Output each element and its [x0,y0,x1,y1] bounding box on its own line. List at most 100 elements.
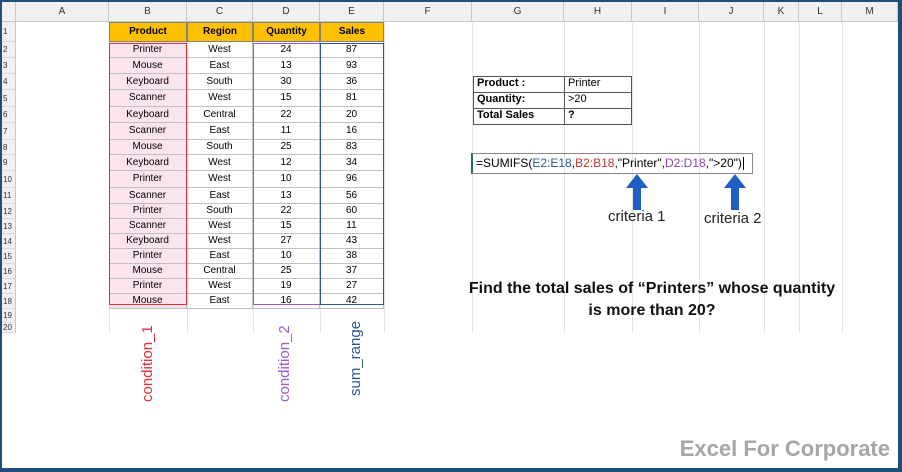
cell-product[interactable]: Scanner [109,123,187,140]
cell-sales[interactable]: 83 [320,140,384,155]
cell-product[interactable]: Printer [109,204,187,219]
quantity-value-cell[interactable]: >20 [564,92,632,109]
product-label-cell[interactable]: Product : [473,76,565,93]
select-all-corner[interactable] [2,2,16,22]
column-header-f[interactable]: F [384,2,472,22]
cell-quantity[interactable]: 13 [253,58,320,74]
cell-region[interactable]: South [187,140,253,155]
cell-product[interactable]: Keyboard [109,107,187,123]
cell-product[interactable]: Keyboard [109,155,187,171]
row-header-13[interactable]: 13 [2,219,16,234]
cell-sales[interactable]: 93 [320,58,384,74]
row-header-19[interactable]: 19 [2,309,16,323]
cell-quantity[interactable]: 22 [253,204,320,219]
cell-product[interactable]: Scanner [109,219,187,234]
cell-sales[interactable]: 38 [320,249,384,264]
row-header-15[interactable]: 15 [2,249,16,264]
row-header-16[interactable]: 16 [2,264,16,279]
cell-quantity[interactable]: 24 [253,42,320,58]
cell-product[interactable]: Printer [109,42,187,58]
cell-sales[interactable]: 27 [320,279,384,294]
cell-quantity[interactable]: 25 [253,140,320,155]
cell-region[interactable]: South [187,74,253,90]
cell-product[interactable]: Printer [109,249,187,264]
cell-sales[interactable]: 43 [320,234,384,249]
cell-sales[interactable]: 81 [320,90,384,107]
row-header-4[interactable]: 4 [2,74,16,90]
row-header-6[interactable]: 6 [2,107,16,123]
cell-quantity[interactable]: 10 [253,249,320,264]
cell-sales[interactable]: 60 [320,204,384,219]
cell-product[interactable]: Keyboard [109,74,187,90]
cell-quantity[interactable]: 30 [253,74,320,90]
cell-sales[interactable]: 56 [320,188,384,204]
cell-sales[interactable]: 87 [320,42,384,58]
row-header-2[interactable]: 2 [2,42,16,58]
column-header-m[interactable]: M [842,2,898,22]
cell-region[interactable]: West [187,42,253,58]
column-header-d[interactable]: D [253,2,320,22]
cell-region[interactable]: West [187,90,253,107]
total-sales-label-cell[interactable]: Total Sales [473,108,565,125]
cell-region[interactable]: West [187,219,253,234]
formula-cell[interactable]: =SUMIFS(E2:E18,B2:B18,"Printer",D2:D18,"… [471,153,753,174]
row-header-20[interactable]: 20 [2,323,16,333]
cell-quantity[interactable]: 22 [253,107,320,123]
cell-product[interactable]: Printer [109,279,187,294]
cell-product[interactable]: Keyboard [109,234,187,249]
quantity-label-cell[interactable]: Quantity: [473,92,565,109]
cell-quantity[interactable]: 10 [253,171,320,188]
column-header-g[interactable]: G [472,2,564,22]
cell-sales[interactable]: 37 [320,264,384,279]
column-header-k[interactable]: K [764,2,799,22]
cell-product[interactable]: Printer [109,171,187,188]
header-quantity[interactable]: Quantity [253,22,320,42]
column-header-c[interactable]: C [187,2,253,22]
cell-quantity[interactable]: 15 [253,219,320,234]
row-header-3[interactable]: 3 [2,58,16,74]
cell-region[interactable]: East [187,188,253,204]
row-header-17[interactable]: 17 [2,279,16,294]
cell-region[interactable]: Central [187,107,253,123]
column-header-a[interactable]: A [16,2,109,22]
cell-sales[interactable]: 96 [320,171,384,188]
cell-region[interactable]: West [187,234,253,249]
cell-sales[interactable]: 42 [320,294,384,309]
row-header-7[interactable]: 7 [2,123,16,140]
cell-quantity[interactable]: 16 [253,294,320,309]
header-sales[interactable]: Sales [320,22,384,42]
cell-region[interactable]: East [187,123,253,140]
row-header-18[interactable]: 18 [2,294,16,309]
cell-region[interactable]: East [187,58,253,74]
cell-product[interactable]: Mouse [109,58,187,74]
column-header-e[interactable]: E [320,2,384,22]
column-header-b[interactable]: B [109,2,187,22]
row-header-9[interactable]: 9 [2,155,16,171]
cell-quantity[interactable]: 11 [253,123,320,140]
cell-product[interactable]: Mouse [109,294,187,309]
cell-product[interactable]: Scanner [109,188,187,204]
header-product[interactable]: Product [109,22,187,42]
cell-sales[interactable]: 16 [320,123,384,140]
cell-product[interactable]: Scanner [109,90,187,107]
cell-quantity[interactable]: 13 [253,188,320,204]
product-value-cell[interactable]: Printer [564,76,632,93]
row-header-11[interactable]: 11 [2,188,16,204]
cell-region[interactable]: West [187,279,253,294]
row-header-5[interactable]: 5 [2,90,16,107]
cell-sales[interactable]: 34 [320,155,384,171]
total-sales-value-cell[interactable]: ? [564,108,632,125]
cell-product[interactable]: Mouse [109,264,187,279]
row-header-8[interactable]: 8 [2,140,16,155]
cell-quantity[interactable]: 12 [253,155,320,171]
column-header-i[interactable]: I [632,2,699,22]
cell-region[interactable]: Central [187,264,253,279]
column-header-l[interactable]: L [799,2,842,22]
cell-region[interactable]: East [187,249,253,264]
cell-product[interactable]: Mouse [109,140,187,155]
cell-region[interactable]: West [187,155,253,171]
cell-sales[interactable]: 20 [320,107,384,123]
cell-sales[interactable]: 36 [320,74,384,90]
row-header-14[interactable]: 14 [2,234,16,249]
cell-region[interactable]: South [187,204,253,219]
